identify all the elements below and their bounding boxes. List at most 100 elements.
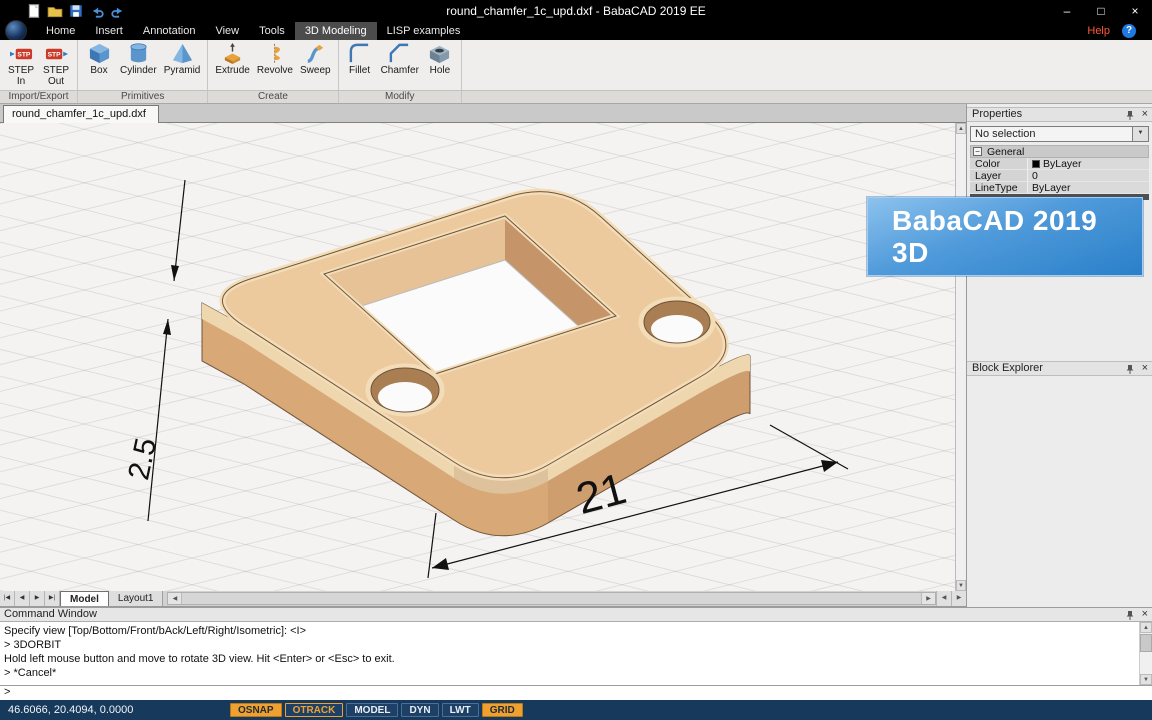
extrude-button[interactable]: Extrude: [213, 42, 251, 76]
window-title: round_chamfer_1c_upd.dxf - BabaCAD 2019 …: [0, 0, 1152, 22]
tab-lisp-examples[interactable]: LISP examples: [377, 22, 471, 40]
command-window-header: Command Window ×: [0, 607, 1152, 622]
toggle-osnap[interactable]: OSNAP: [230, 703, 282, 717]
property-row-layer[interactable]: Layer 0: [970, 170, 1149, 182]
toggle-dyn[interactable]: DYN: [401, 703, 438, 717]
scroll-up-icon[interactable]: ▲: [1140, 622, 1152, 633]
statusbar: 46.6066, 20.4094, 0.0000 OSNAP OTRACK MO…: [0, 700, 1152, 720]
command-input[interactable]: >: [0, 686, 1152, 699]
hole-icon: [428, 42, 451, 65]
tab-3d-modeling[interactable]: 3D Modeling: [295, 22, 377, 40]
revolve-icon: [263, 42, 286, 65]
tab-insert[interactable]: Insert: [85, 22, 133, 40]
ribbon: STP STEP In STP STEP Out Import/Export: [0, 40, 1152, 104]
box-button[interactable]: Box: [83, 42, 115, 76]
drawing-viewport[interactable]: 2.5 21 ▲ ▼: [0, 123, 966, 591]
block-explorer-header: Block Explorer ×: [967, 361, 1152, 376]
toggle-model[interactable]: MODEL: [346, 703, 398, 717]
pan-left-icon[interactable]: ◀: [936, 591, 951, 606]
ribbon-group-import-export: STP STEP In STP STEP Out Import/Export: [0, 40, 78, 103]
maximize-button[interactable]: □: [1084, 0, 1118, 22]
next-sheet-icon[interactable]: ▶: [30, 591, 45, 606]
trial-watermark: BabaCAD 2019 3D: [867, 197, 1143, 276]
ribbon-group-primitives: Box Cylinder Pyramid Primitives: [78, 40, 208, 103]
last-sheet-icon[interactable]: ▶|: [45, 591, 60, 606]
svg-text:STP: STP: [17, 51, 31, 58]
toggle-otrack[interactable]: OTRACK: [285, 703, 344, 717]
scroll-down-icon[interactable]: ▼: [956, 580, 966, 591]
cursor-coordinates: 46.6066, 20.4094, 0.0000: [8, 700, 133, 720]
tab-home[interactable]: Home: [36, 22, 85, 40]
dimension-thickness-label: 2.5: [122, 435, 163, 483]
group-label-primitives: Primitives: [78, 90, 207, 103]
tab-annotation[interactable]: Annotation: [133, 22, 206, 40]
pyramid-button[interactable]: Pyramid: [162, 42, 203, 76]
chamfer-button[interactable]: Chamfer: [379, 42, 421, 76]
tab-layout1[interactable]: Layout1: [109, 591, 164, 606]
document-tab[interactable]: round_chamfer_1c_upd.dxf: [3, 105, 159, 123]
selection-dropdown[interactable]: No selection ▼: [970, 126, 1149, 142]
pan-right-icon[interactable]: ▶: [951, 591, 966, 606]
hole-button[interactable]: Hole: [424, 42, 456, 76]
close-icon[interactable]: ×: [1142, 362, 1148, 375]
first-sheet-icon[interactable]: |◀: [0, 591, 15, 606]
svg-text:STP: STP: [47, 51, 61, 58]
properties-panel-title: Properties: [972, 108, 1022, 120]
property-row-color[interactable]: Color ByLayer: [970, 158, 1149, 170]
box-icon: [88, 42, 111, 65]
scroll-right-icon[interactable]: ▶: [922, 593, 935, 604]
babacad-logo-icon[interactable]: [5, 20, 27, 42]
toggle-lwt[interactable]: LWT: [442, 703, 479, 717]
tab-model[interactable]: Model: [60, 591, 109, 606]
collapse-icon[interactable]: −: [973, 147, 982, 156]
cylinder-button[interactable]: Cylinder: [118, 42, 159, 76]
close-icon[interactable]: ×: [1142, 108, 1148, 121]
group-label-modify: Modify: [339, 90, 461, 103]
toggle-grid[interactable]: GRID: [482, 703, 523, 717]
ribbon-group-create: Extrude Revolve Sweep Create: [208, 40, 338, 103]
scrollbar-thumb[interactable]: [181, 593, 922, 604]
prev-sheet-icon[interactable]: ◀: [15, 591, 30, 606]
command-window-title: Command Window: [4, 608, 97, 620]
scrollbar-thumb[interactable]: [1140, 634, 1152, 652]
pyramid-icon: [171, 42, 194, 65]
step-in-button[interactable]: STP STEP In: [5, 42, 37, 87]
cylinder-icon: [127, 42, 150, 65]
scroll-up-icon[interactable]: ▲: [956, 123, 966, 134]
step-out-button[interactable]: STP STEP Out: [40, 42, 72, 87]
tab-view[interactable]: View: [205, 22, 249, 40]
group-label-import-export: Import/Export: [0, 90, 77, 103]
sweep-button[interactable]: Sweep: [298, 42, 333, 76]
menubar: Home Insert Annotation View Tools 3D Mod…: [0, 22, 1152, 40]
right-panel: Properties × No selection ▼ − General Co…: [966, 104, 1152, 607]
fillet-button[interactable]: Fillet: [344, 42, 376, 76]
minimize-button[interactable]: –: [1050, 0, 1084, 22]
command-line: Specify view [Top/Bottom/Front/bAck/Left…: [4, 624, 1136, 638]
tab-tools[interactable]: Tools: [249, 22, 295, 40]
titlebar: round_chamfer_1c_upd.dxf - BabaCAD 2019 …: [0, 0, 1152, 22]
revolve-button[interactable]: Revolve: [255, 42, 295, 76]
color-swatch: [1032, 160, 1040, 168]
viewport-vertical-scrollbar[interactable]: ▲ ▼: [955, 123, 966, 591]
step-out-icon: STP: [45, 42, 68, 65]
scroll-left-icon[interactable]: ◀: [168, 593, 181, 604]
window-controls: – □ ×: [1050, 0, 1152, 22]
category-general-label: General: [987, 146, 1024, 158]
scroll-down-icon[interactable]: ▼: [1140, 674, 1152, 685]
properties-grid: Color ByLayer Layer 0 LineType ByLayer: [970, 158, 1149, 194]
help-link[interactable]: Help: [1087, 22, 1110, 40]
property-row-linetype[interactable]: LineType ByLayer: [970, 182, 1149, 194]
group-label-create: Create: [208, 90, 337, 103]
category-general[interactable]: − General: [970, 145, 1149, 158]
command-window: Command Window × Specify view [Top/Botto…: [0, 607, 1152, 700]
help-icon[interactable]: ?: [1122, 24, 1136, 38]
command-scrollbar[interactable]: ▲ ▼: [1139, 622, 1152, 685]
close-button[interactable]: ×: [1118, 0, 1152, 22]
chevron-down-icon[interactable]: ▼: [1132, 127, 1148, 141]
command-history[interactable]: Specify view [Top/Bottom/Front/bAck/Left…: [0, 622, 1152, 686]
pin-icon[interactable]: [1125, 364, 1135, 379]
close-icon[interactable]: ×: [1142, 608, 1148, 621]
pin-icon[interactable]: [1125, 110, 1135, 125]
viewport-horizontal-scrollbar[interactable]: ◀ ▶: [167, 592, 936, 605]
command-line: Hold left mouse button and move to rotat…: [4, 652, 1136, 666]
